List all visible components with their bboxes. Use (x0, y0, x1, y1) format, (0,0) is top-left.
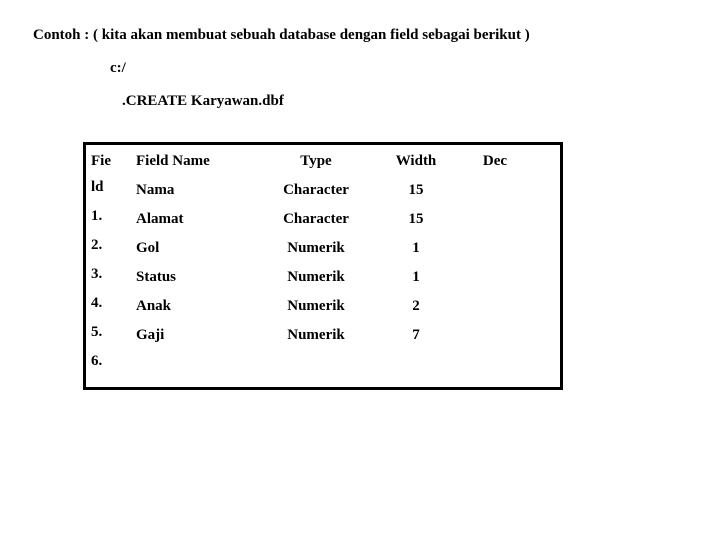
row-field-name: Anak (136, 298, 172, 314)
table-index-label: 1. (91, 208, 103, 224)
table-index-label: 6. (91, 353, 103, 369)
table-index-label: 2. (91, 237, 103, 253)
table-index-label: 3. (91, 266, 103, 282)
row-type: Numerik (287, 269, 345, 285)
row-width: 15 (408, 211, 424, 227)
row-field-name: Alamat (136, 211, 184, 227)
row-field-name: Status (136, 269, 177, 285)
row-type: Numerik (287, 327, 345, 343)
intro-path-line: c:/ (110, 60, 126, 76)
table-index-label: 5. (91, 324, 103, 340)
header-cell-type: Type (300, 153, 332, 169)
row-width: 1 (412, 240, 420, 256)
row-width: 7 (412, 327, 420, 343)
row-field-name: Gol (136, 240, 160, 256)
slide-canvas: Contoh : ( kita akan membuat sebuah data… (0, 0, 720, 540)
row-field-name: Gaji (136, 327, 165, 343)
row-width: 1 (412, 269, 420, 285)
row-width: 2 (412, 298, 420, 314)
header-cell-dec: Dec (482, 153, 508, 169)
header-cell-field-no: Fie (91, 153, 111, 169)
field-structure-table: Fie Field Name Type Width Dec ld 1. 2. 3… (83, 142, 563, 390)
intro-command-line: .CREATE Karyawan.dbf (122, 93, 284, 109)
table-inner: Fie Field Name Type Width Dec ld 1. 2. 3… (86, 145, 560, 387)
row-type: Character (283, 211, 349, 227)
header-cell-width: Width (395, 153, 437, 169)
row-type: Numerik (287, 298, 345, 314)
row-field-name: Nama (136, 182, 175, 198)
row-type: Character (283, 182, 349, 198)
header-cell-field-name: Field Name (136, 153, 210, 169)
row-type: Numerik (287, 240, 345, 256)
table-index-label: 4. (91, 295, 103, 311)
table-index-label: ld (91, 179, 104, 195)
row-width: 15 (408, 182, 424, 198)
intro-title-line: Contoh : ( kita akan membuat sebuah data… (33, 27, 530, 43)
